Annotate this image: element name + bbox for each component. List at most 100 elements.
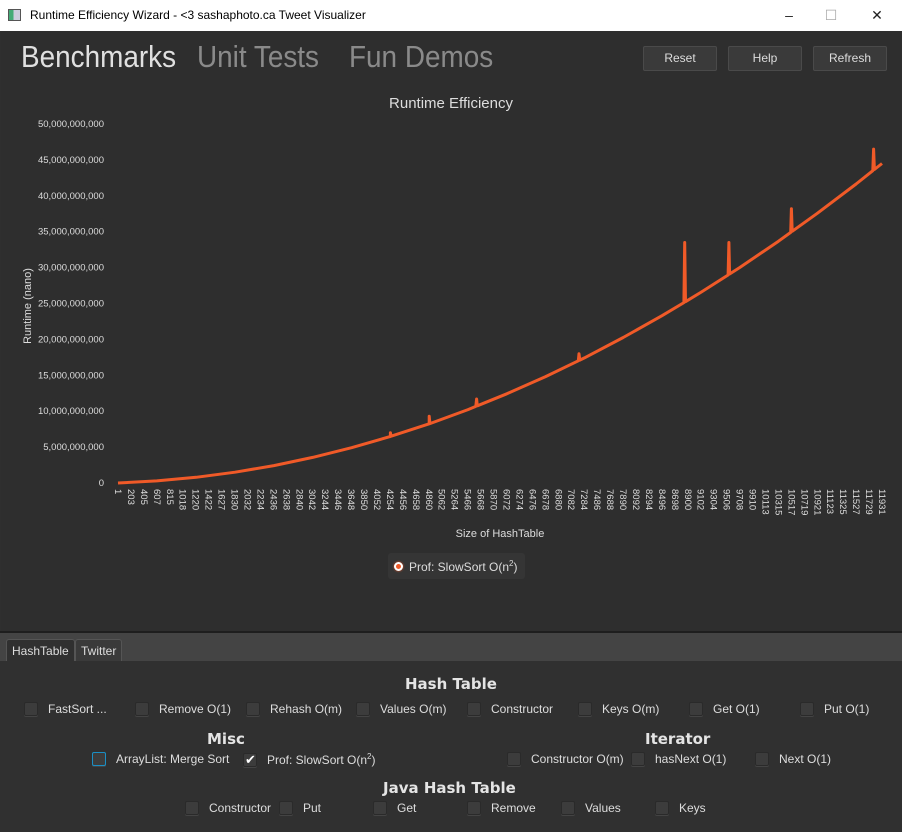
x-tick-label: 8900 bbox=[682, 489, 693, 510]
x-tick-label: 607 bbox=[151, 489, 162, 505]
checkbox-iterator-1[interactable]: hasNext O(1) bbox=[631, 752, 726, 766]
checkbox-box[interactable] bbox=[373, 801, 387, 815]
x-tick-label: 5062 bbox=[436, 489, 447, 510]
checkbox-box[interactable] bbox=[185, 801, 199, 815]
checkbox-label: Keys bbox=[679, 801, 706, 815]
x-tick-label: 1018 bbox=[177, 489, 188, 510]
checkbox-box[interactable] bbox=[655, 801, 669, 815]
checkbox-label: Remove O(1) bbox=[159, 702, 232, 716]
x-tick-label: 7082 bbox=[565, 489, 576, 510]
checkbox-label: Rehash O(m) bbox=[270, 702, 343, 716]
checkbox-label: Prof: SlowSort O(n2) bbox=[267, 752, 376, 767]
x-tick-label: 815 bbox=[164, 489, 175, 505]
x-tick-label: 8496 bbox=[656, 489, 667, 510]
checkbox-java-hash-table-3[interactable]: Remove bbox=[467, 801, 536, 815]
checkbox-misc-1[interactable]: Prof: SlowSort O(n2) bbox=[243, 752, 376, 768]
checkbox-hash-table-6[interactable]: Get O(1) bbox=[689, 702, 760, 716]
x-tick-label: 7890 bbox=[617, 489, 628, 510]
x-tick-label: 9102 bbox=[695, 489, 706, 510]
checkbox-iterator-2[interactable]: Next O(1) bbox=[755, 752, 831, 766]
x-tick-label: 3446 bbox=[332, 489, 343, 510]
x-tick-label: 5870 bbox=[488, 489, 499, 510]
checkbox-hash-table-7[interactable]: Put O(1) bbox=[800, 702, 869, 716]
x-tick-label: 8092 bbox=[630, 489, 641, 510]
x-tick-label: 1830 bbox=[229, 489, 240, 510]
checkbox-box[interactable] bbox=[92, 752, 106, 766]
x-tick-label: 4860 bbox=[423, 489, 434, 510]
x-tick-label: 3850 bbox=[358, 489, 369, 510]
x-tick-label: 10315 bbox=[772, 489, 783, 515]
checkbox-hash-table-3[interactable]: Values O(m) bbox=[356, 702, 446, 716]
window-titlebar: Runtime Efficiency Wizard - <3 sashaphot… bbox=[0, 0, 902, 31]
tab-twitter[interactable]: Twitter bbox=[75, 639, 123, 661]
x-tick-label: 6476 bbox=[526, 489, 537, 510]
checkbox-box[interactable] bbox=[631, 752, 645, 766]
checkbox-box[interactable] bbox=[467, 702, 481, 716]
checkbox-label: Get O(1) bbox=[713, 702, 760, 716]
x-axis-label: Size of HashTable bbox=[456, 528, 545, 540]
checkbox-label: ArrayList: Merge Sort bbox=[116, 752, 230, 766]
x-tick-label: 7688 bbox=[604, 489, 615, 510]
checkbox-box[interactable] bbox=[561, 801, 575, 815]
x-tick-label: 203 bbox=[125, 489, 136, 505]
checkbox-hash-table-0[interactable]: FastSort ... bbox=[24, 702, 107, 716]
x-tick-label: 1 bbox=[112, 489, 123, 494]
x-tick-label: 8294 bbox=[643, 489, 654, 510]
checkbox-iterator-0[interactable]: Constructor O(m) bbox=[507, 752, 624, 766]
x-tick-label: 2436 bbox=[267, 489, 278, 510]
checkbox-box[interactable] bbox=[356, 702, 370, 716]
x-tick-label: 11325 bbox=[837, 489, 848, 515]
checkbox-label: Next O(1) bbox=[779, 752, 832, 766]
checkbox-box[interactable] bbox=[246, 702, 260, 716]
x-tick-label: 8698 bbox=[669, 489, 680, 510]
checkbox-hash-table-1[interactable]: Remove O(1) bbox=[135, 702, 231, 716]
checkbox-box[interactable] bbox=[135, 702, 149, 716]
checkbox-box[interactable] bbox=[279, 801, 293, 815]
maximize-button[interactable]: ☐ bbox=[816, 4, 846, 26]
y-axis-label: Runtime (nano) bbox=[22, 268, 34, 344]
x-tick-label: 5466 bbox=[462, 489, 473, 510]
checkbox-misc-0[interactable]: ArrayList: Merge Sort bbox=[92, 752, 229, 766]
checkbox-box[interactable] bbox=[507, 752, 521, 766]
checkbox-java-hash-table-1[interactable]: Put bbox=[279, 801, 321, 815]
checkbox-java-hash-table-2[interactable]: Get bbox=[373, 801, 416, 815]
checkbox-hash-table-5[interactable]: Keys O(m) bbox=[578, 702, 659, 716]
minimize-button[interactable]: – bbox=[774, 4, 804, 26]
checkbox-hash-table-2[interactable]: Rehash O(m) bbox=[246, 702, 342, 716]
bottom-tab-strip: HashTable Twitter bbox=[0, 633, 902, 661]
checkbox-box[interactable] bbox=[689, 702, 703, 716]
section-title-misc: Misc bbox=[207, 730, 245, 748]
tab-hashtable[interactable]: HashTable bbox=[6, 639, 75, 661]
checkbox-box[interactable] bbox=[243, 752, 257, 768]
close-button[interactable]: ✕ bbox=[862, 4, 892, 26]
x-tick-label: 3648 bbox=[345, 489, 356, 510]
checkbox-box[interactable] bbox=[467, 801, 481, 815]
checkbox-java-hash-table-4[interactable]: Values bbox=[561, 801, 621, 815]
x-tick-label: 3244 bbox=[319, 489, 330, 510]
checkbox-java-hash-table-0[interactable]: Constructor bbox=[185, 801, 271, 815]
chart-legend[interactable]: Prof: SlowSort O(n2) bbox=[388, 553, 526, 579]
x-tick-label: 9708 bbox=[734, 489, 745, 510]
x-tick-label: 11123 bbox=[824, 489, 835, 514]
x-tick-label: 405 bbox=[138, 489, 149, 505]
checkbox-java-hash-table-5[interactable]: Keys bbox=[655, 801, 706, 815]
y-tick-label: 20,000,000,000 bbox=[38, 334, 104, 345]
x-tick-label: 6880 bbox=[552, 489, 563, 510]
checkbox-label: Remove bbox=[491, 801, 536, 815]
checkbox-box[interactable] bbox=[800, 702, 814, 716]
x-tick-label: 9506 bbox=[721, 489, 732, 510]
x-tick-label: 1627 bbox=[216, 489, 227, 510]
checkbox-box[interactable] bbox=[24, 702, 38, 716]
x-tick-label: 4254 bbox=[384, 489, 395, 510]
checkbox-label: Get bbox=[397, 801, 417, 815]
checkbox-label: Constructor bbox=[491, 702, 554, 716]
y-tick-label: 30,000,000,000 bbox=[38, 263, 104, 274]
x-tick-label: 4456 bbox=[397, 489, 408, 510]
checkbox-box[interactable] bbox=[578, 702, 592, 716]
checkbox-box[interactable] bbox=[755, 752, 769, 766]
x-tick-label: 11931 bbox=[876, 489, 887, 515]
main-panel: Benchmarks Unit Tests Fun Demos Reset He… bbox=[1, 31, 901, 631]
checkbox-hash-table-4[interactable]: Constructor bbox=[467, 702, 553, 716]
x-tick-label: 6678 bbox=[539, 489, 550, 510]
checkbox-label: Constructor bbox=[209, 801, 272, 815]
